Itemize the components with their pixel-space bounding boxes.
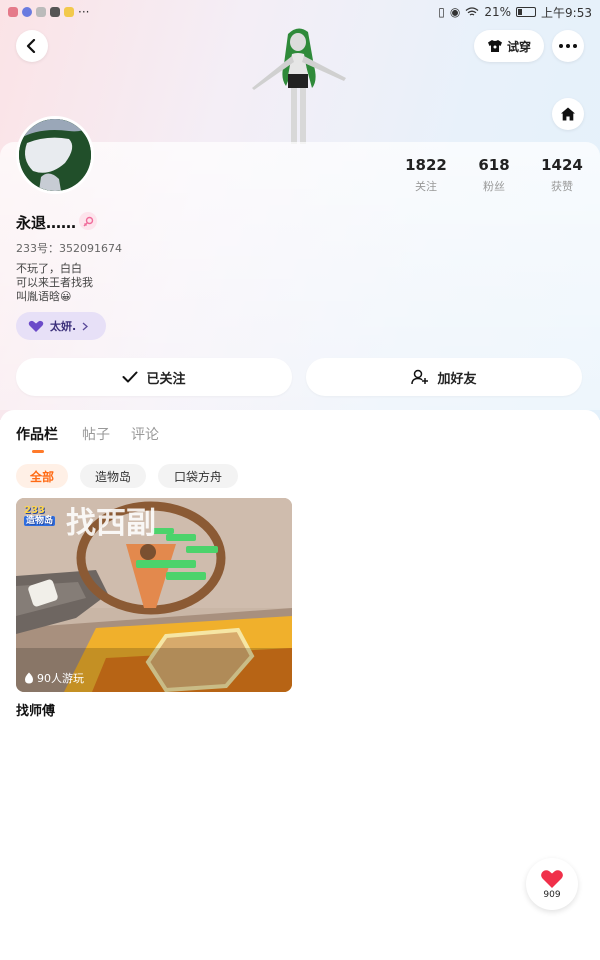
wechat-icon [50, 7, 60, 17]
browser-notification-icon [22, 7, 32, 17]
status-notifications: ··· [8, 5, 89, 19]
more-options-button[interactable] [552, 30, 584, 62]
user-bio: 不玩了，白白 可以来王者找我 叫胤语晗😀 [16, 262, 93, 304]
bio-line: 叫胤语晗😀 [16, 290, 72, 303]
stat-likes[interactable]: 1424 获赞 [527, 156, 597, 194]
avatar-image [19, 119, 91, 191]
work-title[interactable]: 找师傅 [16, 700, 55, 719]
status-system: ▯ ◉ 21% 上午9:53 [438, 4, 592, 21]
more-dots-icon [559, 44, 577, 48]
stat-followers-value: 618 [478, 156, 510, 174]
play-count: 90人游玩 [24, 670, 84, 686]
app-notification-icon [8, 7, 18, 17]
game-logo-number: 233 [24, 505, 45, 516]
filter-creation-island[interactable]: 造物岛 [80, 464, 146, 488]
like-button[interactable]: 909 [526, 858, 578, 910]
followed-label: 已关注 [146, 371, 186, 387]
music-notification-icon [36, 7, 46, 17]
tab-works[interactable]: 作品栏 [16, 424, 58, 444]
followed-button[interactable]: 已关注 [16, 358, 292, 396]
wifi-icon [465, 7, 479, 16]
game-logo-caption: 造物岛 [24, 516, 56, 526]
stat-following[interactable]: 1822 关注 [391, 156, 461, 194]
stat-followers-label: 粉丝 [483, 180, 505, 193]
clock: 上午9:53 [541, 5, 592, 20]
vibrate-icon: ▯ [438, 5, 445, 19]
heart-icon [541, 869, 563, 888]
like-count: 909 [543, 889, 561, 900]
play-count-label: 90人游玩 [37, 672, 84, 685]
battery-icon [516, 7, 537, 17]
stat-followers[interactable]: 618 粉丝 [459, 156, 529, 194]
thumbnail-title-text: 找西副 [66, 506, 156, 541]
female-gender-icon [79, 212, 97, 230]
user-id: 233号：352091674 [16, 242, 122, 255]
flame-icon [25, 672, 33, 684]
heart-pair-icon [28, 320, 44, 332]
add-user-icon [411, 369, 429, 385]
status-bar: ··· ▯ ◉ 21% 上午9:53 [0, 0, 600, 24]
bio-line: 可以来王者找我 [16, 276, 93, 289]
battery-percent: 21% [484, 5, 512, 19]
back-button[interactable] [16, 30, 48, 62]
active-tab-indicator [32, 450, 44, 453]
stat-following-label: 关注 [415, 180, 437, 193]
work-card[interactable]: 233 造物岛 找西副 90人游玩 [16, 498, 292, 692]
stat-likes-value: 1424 [541, 156, 583, 174]
shirt-icon [487, 40, 502, 52]
eye-comfort-icon: ◉ [449, 5, 461, 19]
more-notifications-icon: ··· [78, 5, 90, 19]
filter-pocket-ark[interactable]: 口袋方舟 [158, 464, 238, 488]
chevron-right-icon [82, 322, 89, 330]
relationship-tag-label: 太妍. [50, 320, 77, 333]
add-friend-button[interactable]: 加好友 [306, 358, 582, 396]
filter-all[interactable]: 全部 [16, 464, 68, 488]
tab-posts[interactable]: 帖子 [82, 424, 110, 444]
relationship-tag[interactable]: 太妍. [16, 312, 106, 340]
try-on-button[interactable]: 试穿 [474, 30, 544, 62]
check-icon [122, 371, 138, 383]
user-name: 永退…… [16, 214, 77, 232]
try-on-label: 试穿 [506, 39, 531, 54]
home-button[interactable] [552, 98, 584, 130]
add-friend-label: 加好友 [437, 371, 477, 387]
bio-line: 不玩了，白白 [16, 262, 82, 275]
chevron-left-icon [26, 39, 36, 53]
avatar-character [252, 28, 346, 144]
home-icon [561, 107, 575, 121]
avatar[interactable] [16, 116, 94, 194]
folder-icon [64, 7, 74, 17]
game-logo: 233 造物岛 [24, 505, 56, 526]
tab-comments[interactable]: 评论 [131, 424, 159, 444]
stat-likes-label: 获赞 [551, 180, 573, 193]
stat-following-value: 1822 [405, 156, 447, 174]
